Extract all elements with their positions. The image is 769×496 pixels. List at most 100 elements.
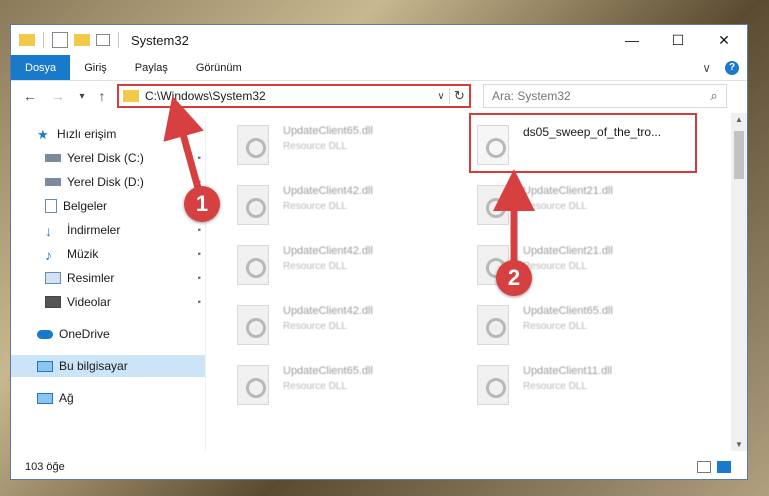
document-icon xyxy=(45,199,57,213)
file-name: UpdateClient65.dll xyxy=(523,305,613,317)
navigation-pane: ★ Hızlı erişim Yerel Disk (C:) ▪ Yerel D… xyxy=(11,117,205,451)
file-type: Resource DLL xyxy=(523,201,587,212)
file-name: UpdateClient21.dll xyxy=(523,185,613,197)
sidebar-item-label: Videolar xyxy=(67,295,111,309)
file-tile[interactable]: UpdateClient65.dll Resource DLL xyxy=(477,301,697,355)
status-bar: 103 öğe xyxy=(11,455,747,479)
refresh-button[interactable]: ↻ xyxy=(449,88,469,104)
file-type: Resource DLL xyxy=(283,261,347,272)
file-tile[interactable]: UpdateClient42.dll Resource DLL xyxy=(237,181,457,235)
sidebar-item-label: OneDrive xyxy=(59,327,110,341)
download-icon: ↓ xyxy=(45,223,52,239)
folder-icon xyxy=(19,34,35,46)
help-icon[interactable]: ? xyxy=(725,60,739,75)
vertical-scrollbar[interactable]: ▲ ▼ xyxy=(731,113,747,451)
sidebar-item-this-pc[interactable]: Bu bilgisayar xyxy=(11,355,205,377)
up-button[interactable]: ↑ xyxy=(91,85,113,107)
pin-icon[interactable]: ▪ xyxy=(197,153,201,164)
new-folder-icon[interactable] xyxy=(74,34,90,46)
drive-icon xyxy=(45,154,61,162)
sidebar-item-music[interactable]: ♪ Müzik ▪ xyxy=(11,243,205,265)
dll-file-icon xyxy=(237,125,269,165)
back-button[interactable]: ← xyxy=(19,85,41,107)
ribbon-right: ∨ ? xyxy=(702,55,747,80)
scroll-down-arrow-icon[interactable]: ▼ xyxy=(731,440,747,449)
expand-ribbon-icon[interactable]: ∨ xyxy=(702,61,711,75)
sidebar-item-network[interactable]: Ağ xyxy=(11,387,205,409)
title-bar: System32 — ☐ ✕ xyxy=(11,25,747,55)
window-title: System32 xyxy=(131,32,189,48)
sidebar-item-label: Hızlı erişim xyxy=(57,127,117,141)
ribbon-tabs: Dosya Giriş Paylaş Görünüm ∨ ? xyxy=(11,55,747,81)
file-tile[interactable]: UpdateClient65.dll Resource DLL xyxy=(237,121,457,175)
minimize-button[interactable]: — xyxy=(609,25,655,55)
pane-divider[interactable] xyxy=(205,117,206,451)
recent-locations-button[interactable]: ▾ xyxy=(71,85,93,107)
file-type: Resource DLL xyxy=(283,321,347,332)
sidebar-item-label: Bu bilgisayar xyxy=(59,359,128,373)
sidebar-item-disk-c[interactable]: Yerel Disk (C:) ▪ xyxy=(11,147,205,169)
sidebar-item-label: Yerel Disk (C:) xyxy=(67,151,144,165)
sidebar-item-videos[interactable]: Videolar ▪ xyxy=(11,291,205,313)
address-path[interactable]: C:\Windows\System32 xyxy=(145,89,433,103)
quick-access-toolbar xyxy=(19,25,127,55)
file-name: UpdateClient21.dll xyxy=(523,245,613,257)
sidebar-item-pictures[interactable]: Resimler ▪ xyxy=(11,267,205,289)
file-tile[interactable]: UpdateClient42.dll Resource DLL xyxy=(237,301,457,355)
properties-icon[interactable] xyxy=(52,32,68,48)
highlighted-file-tile[interactable]: ds05_sweep_of_the_tro... xyxy=(469,113,697,173)
chevron-down-icon[interactable]: ∨ xyxy=(433,91,449,102)
tab-home[interactable]: Giriş xyxy=(70,55,121,80)
sidebar-item-documents[interactable]: Belgeler ▪ xyxy=(11,195,205,217)
tiles-view-icon[interactable] xyxy=(717,461,731,473)
details-view-icon[interactable] xyxy=(697,461,711,473)
toolbar-separator xyxy=(118,32,119,48)
pin-icon[interactable]: ▪ xyxy=(197,273,201,284)
toolbar-separator xyxy=(43,32,44,48)
sidebar-item-downloads[interactable]: ↓ İndirmeler ▪ xyxy=(11,219,205,241)
file-name: UpdateClient65.dll xyxy=(283,125,373,137)
file-name: UpdateClient42.dll xyxy=(283,185,373,197)
dll-file-icon xyxy=(477,365,509,405)
search-input[interactable] xyxy=(492,89,702,103)
tab-file[interactable]: Dosya xyxy=(11,55,71,80)
dll-file-icon xyxy=(477,125,509,165)
window-controls: — ☐ ✕ xyxy=(609,25,747,55)
star-icon: ★ xyxy=(37,127,49,142)
file-name: UpdateClient11.dll xyxy=(523,365,613,377)
customize-toolbar-icon[interactable] xyxy=(96,34,110,46)
file-tile[interactable]: UpdateClient21.dll Resource DLL xyxy=(477,181,697,235)
close-button[interactable]: ✕ xyxy=(701,25,747,55)
tab-view[interactable]: Görünüm xyxy=(182,55,256,80)
sidebar-item-label: Ağ xyxy=(59,391,74,405)
sidebar-item-onedrive[interactable]: OneDrive xyxy=(11,323,205,345)
item-count: 103 öğe xyxy=(25,461,65,473)
pin-icon[interactable]: ▪ xyxy=(197,249,201,260)
file-list: UpdateClient65.dll Resource DLL UpdateCl… xyxy=(215,113,725,451)
folder-icon xyxy=(123,90,139,102)
dll-file-icon xyxy=(477,305,509,345)
dll-file-icon xyxy=(237,365,269,405)
file-type: Resource DLL xyxy=(523,321,587,332)
sidebar-item-quick-access[interactable]: ★ Hızlı erişim xyxy=(11,123,205,145)
dll-file-icon xyxy=(477,185,509,225)
scroll-up-arrow-icon[interactable]: ▲ xyxy=(731,115,747,124)
pictures-icon xyxy=(45,272,61,284)
scroll-thumb[interactable] xyxy=(734,131,744,179)
pin-icon[interactable]: ▪ xyxy=(197,225,201,236)
forward-button[interactable]: → xyxy=(47,85,69,107)
network-icon xyxy=(37,392,53,404)
sidebar-item-label: Resimler xyxy=(67,271,115,285)
pin-icon[interactable]: ▪ xyxy=(197,297,201,308)
address-bar[interactable]: C:\Windows\System32 ∨ ↻ xyxy=(117,84,471,108)
file-tile[interactable]: UpdateClient65.dll Resource DLL xyxy=(237,361,457,415)
file-name: UpdateClient42.dll xyxy=(283,245,373,257)
tab-share[interactable]: Paylaş xyxy=(121,55,182,80)
callout-badge-1: 1 xyxy=(184,186,220,222)
file-tile[interactable]: UpdateClient11.dll Resource DLL xyxy=(477,361,697,415)
search-icon: ⌕ xyxy=(710,88,718,103)
sidebar-item-disk-d[interactable]: Yerel Disk (D:) ▪ xyxy=(11,171,205,193)
maximize-button[interactable]: ☐ xyxy=(655,25,701,55)
file-tile[interactable]: UpdateClient42.dll Resource DLL xyxy=(237,241,457,295)
search-box[interactable]: ⌕ xyxy=(483,84,727,108)
